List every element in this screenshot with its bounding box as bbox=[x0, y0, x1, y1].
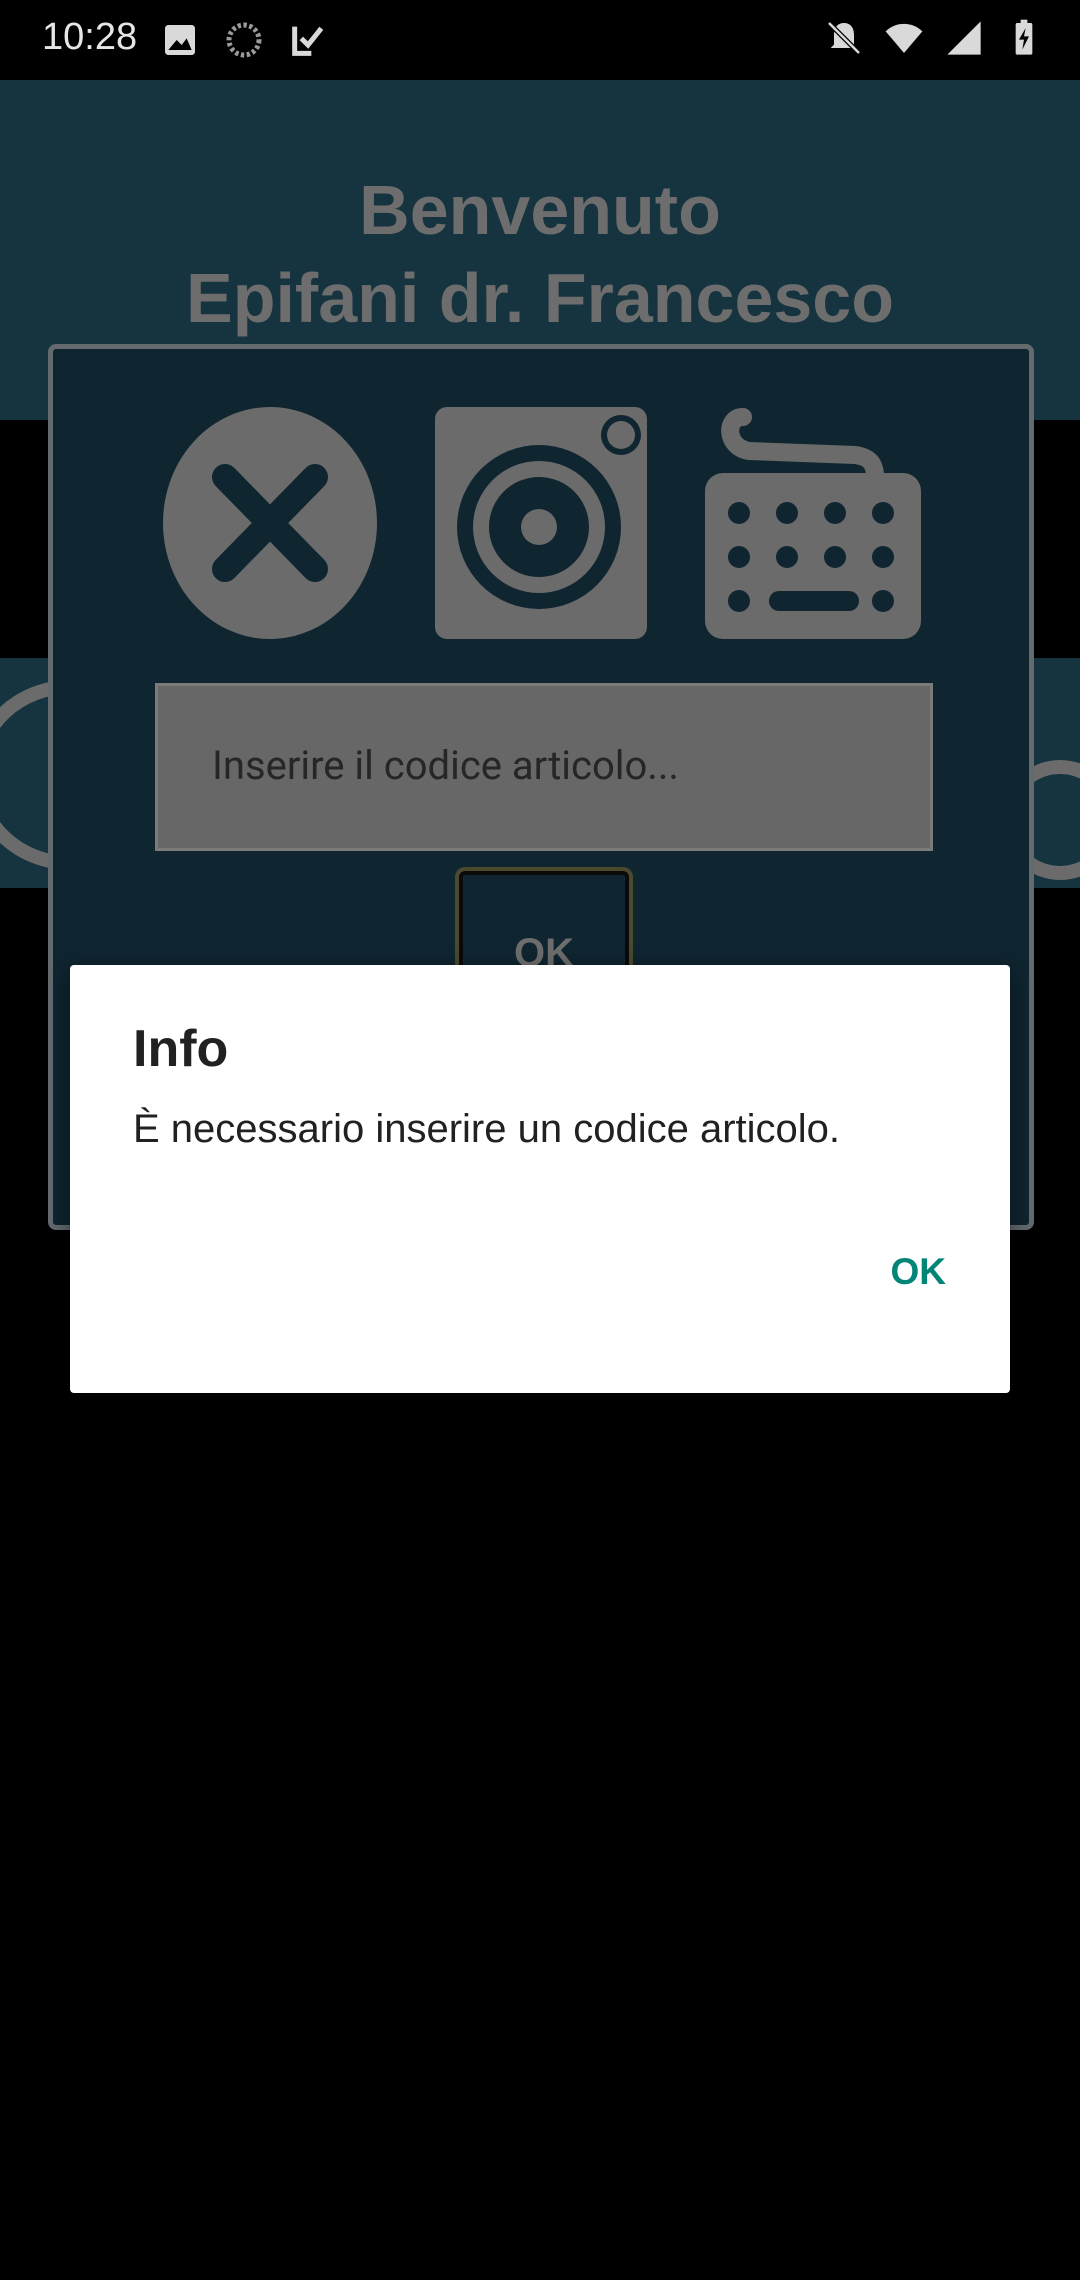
status-time: 10:28 bbox=[42, 16, 138, 58]
notifications-off-icon bbox=[827, 21, 861, 55]
dialog-title: Info bbox=[133, 1020, 229, 1078]
dialog-message: È necessario inserire un codice articolo… bbox=[133, 1107, 841, 1151]
status-bar: 10:28 bbox=[0, 0, 1080, 80]
check-icon bbox=[292, 26, 324, 56]
battery-charging-icon bbox=[1015, 19, 1033, 55]
wifi-icon bbox=[885, 23, 923, 53]
status-icons-right bbox=[824, 18, 1044, 58]
dialog-ok-button[interactable]: OK bbox=[871, 1237, 967, 1307]
status-icons-left bbox=[160, 20, 328, 60]
sync-icon bbox=[226, 22, 262, 58]
screen: 10:28 Benvenuto Epifani dr. Francesco In… bbox=[0, 0, 1080, 2280]
info-dialog: Info È necessario inserire un codice art… bbox=[70, 965, 1010, 1393]
image-icon bbox=[165, 25, 195, 55]
signal-icon bbox=[947, 21, 981, 55]
